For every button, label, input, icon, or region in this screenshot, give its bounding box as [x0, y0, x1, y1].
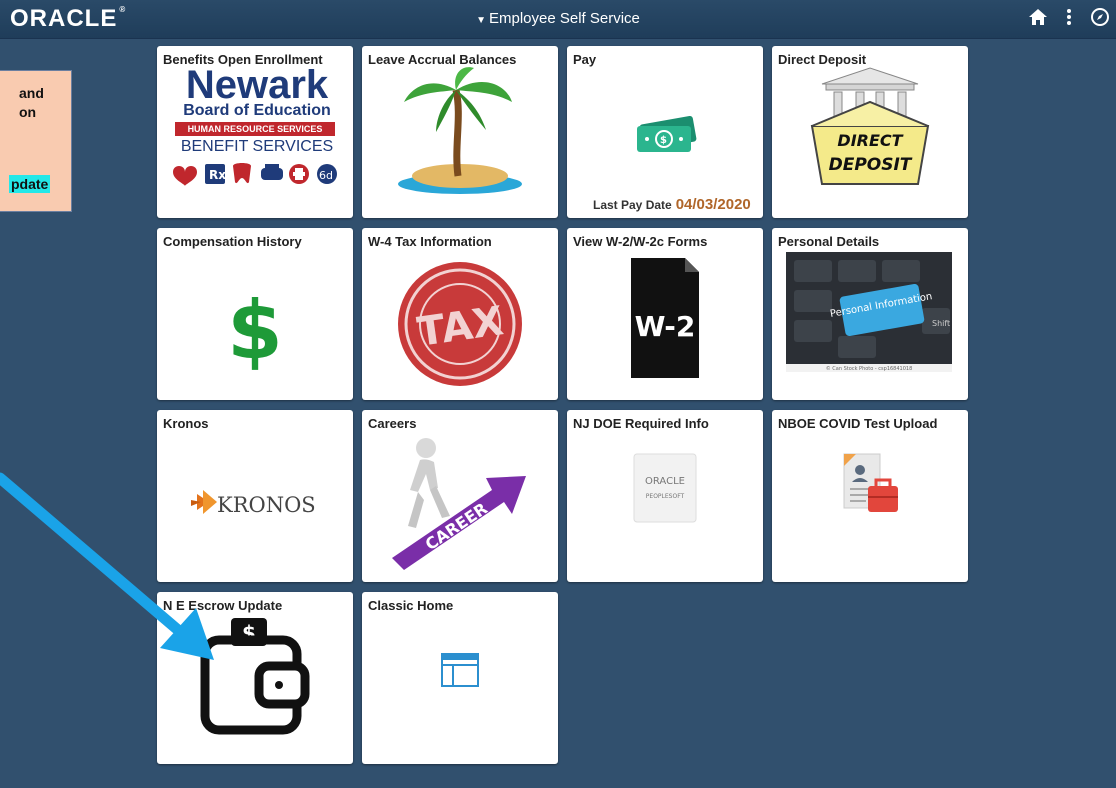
tax-stamp-icon: TAX: [398, 262, 522, 386]
note-line-3: pdate: [9, 175, 51, 193]
tile-direct-deposit[interactable]: Direct Deposit DIRECT DEPOSIT: [772, 46, 968, 218]
svg-text:$: $: [227, 284, 283, 377]
dollar-sign-icon: $: [227, 284, 283, 377]
tile-title: Kronos: [163, 416, 209, 431]
tile-title: Compensation History: [163, 234, 302, 249]
tile-title: Direct Deposit: [778, 52, 867, 67]
navigator-compass-icon[interactable]: [1090, 7, 1110, 27]
svg-text:DIRECT: DIRECT: [837, 131, 903, 150]
wallet-dollar-icon: $: [200, 618, 310, 735]
note-line-1: and: [19, 85, 44, 101]
oracle-peoplesoft-logo: ORACLE PEOPLESOFT: [633, 453, 697, 523]
tile-careers[interactable]: Careers CAREER: [362, 410, 558, 582]
tile-title: Careers: [368, 416, 417, 431]
tile-title: N E Escrow Update: [163, 598, 283, 613]
svg-text:DEPOSIT: DEPOSIT: [829, 155, 913, 175]
keyboard-personal-info-photo: Personal Information Shift © Can Stock P…: [786, 252, 952, 372]
home-icon[interactable]: [1028, 8, 1048, 26]
w2-document-icon: W-2: [631, 258, 699, 378]
note-line-2: on: [19, 104, 37, 120]
last-pay-date: Last Pay Date 04/03/2020: [593, 196, 751, 213]
tile-compensation-history[interactable]: Compensation History $: [157, 228, 353, 400]
id-card-briefcase-icon: [843, 453, 898, 512]
career-arrow-figure-icon: CAREER: [392, 438, 526, 570]
tile-classic-home[interactable]: Classic Home: [362, 592, 558, 764]
tile-title: Classic Home: [368, 598, 454, 613]
bank-building-icon: DIRECT DEPOSIT: [810, 67, 930, 185]
tile-w4-tax-information[interactable]: W-4 Tax Information TAX: [362, 228, 558, 400]
tile-pay[interactable]: Pay $ Last Pay Date 04/03/2020: [567, 46, 763, 218]
tile-title: Leave Accrual Balances: [368, 52, 517, 67]
tile-title: NJ DOE Required Info: [573, 416, 709, 431]
tile-kronos[interactable]: Kronos KRONOS: [157, 410, 353, 582]
annotation-note: and on pdate: [0, 70, 72, 212]
tile-title: W-4 Tax Information: [368, 234, 492, 249]
actions-menu-icon[interactable]: [1066, 8, 1072, 26]
tile-title: NBOE COVID Test Upload: [778, 416, 938, 431]
svg-text:Rx: Rx: [209, 168, 226, 182]
palm-tree-island-icon: [398, 67, 522, 194]
svg-text:W-2: W-2: [635, 310, 696, 343]
tile-title: Personal Details: [778, 234, 880, 249]
classic-home-window-icon: [441, 653, 479, 687]
kronos-logo: KRONOS: [191, 490, 316, 517]
tile-view-w2-forms[interactable]: View W-2/W-2c Forms W-2: [567, 228, 763, 400]
svg-text:6d: 6d: [319, 169, 333, 182]
tile-leave-accrual-balances[interactable]: Leave Accrual Balances: [362, 46, 558, 218]
page-title: Employee Self Service: [489, 10, 640, 27]
tile-escrow-update[interactable]: N E Escrow Update $: [157, 592, 353, 764]
top-banner: ORACLE ® ▼ Employee Self Service: [0, 0, 1116, 39]
svg-text:© Can Stock Photo - csp1684101: © Can Stock Photo - csp16841018: [826, 365, 913, 372]
svg-text:ORACLE: ORACLE: [645, 476, 685, 487]
tile-title: View W-2/W-2c Forms: [573, 234, 708, 249]
svg-text:KRONOS: KRONOS: [217, 493, 316, 517]
page-title-dropdown[interactable]: ▼ Employee Self Service: [0, 10, 1116, 27]
tile-title: Pay: [573, 52, 597, 67]
svg-text:$: $: [660, 135, 667, 146]
tile-personal-details[interactable]: Personal Details Personal Information Sh…: [772, 228, 968, 400]
svg-text:PEOPLESOFT: PEOPLESOFT: [646, 493, 685, 500]
newark-benefits-logo: Newark Board of Education HUMAN RESOURCE…: [157, 65, 353, 218]
tile-benefits-open-enrollment[interactable]: Benefits Open Enrollment Newark Board of…: [157, 46, 353, 218]
tile-nj-doe-required-info[interactable]: NJ DOE Required Info ORACLE PEOPLESOFT: [567, 410, 763, 582]
tile-nboe-covid-test-upload[interactable]: NBOE COVID Test Upload: [772, 410, 968, 582]
svg-text:Shift: Shift: [932, 319, 950, 328]
caret-down-icon: ▼: [476, 15, 486, 26]
svg-text:CAREER: CAREER: [422, 499, 491, 554]
